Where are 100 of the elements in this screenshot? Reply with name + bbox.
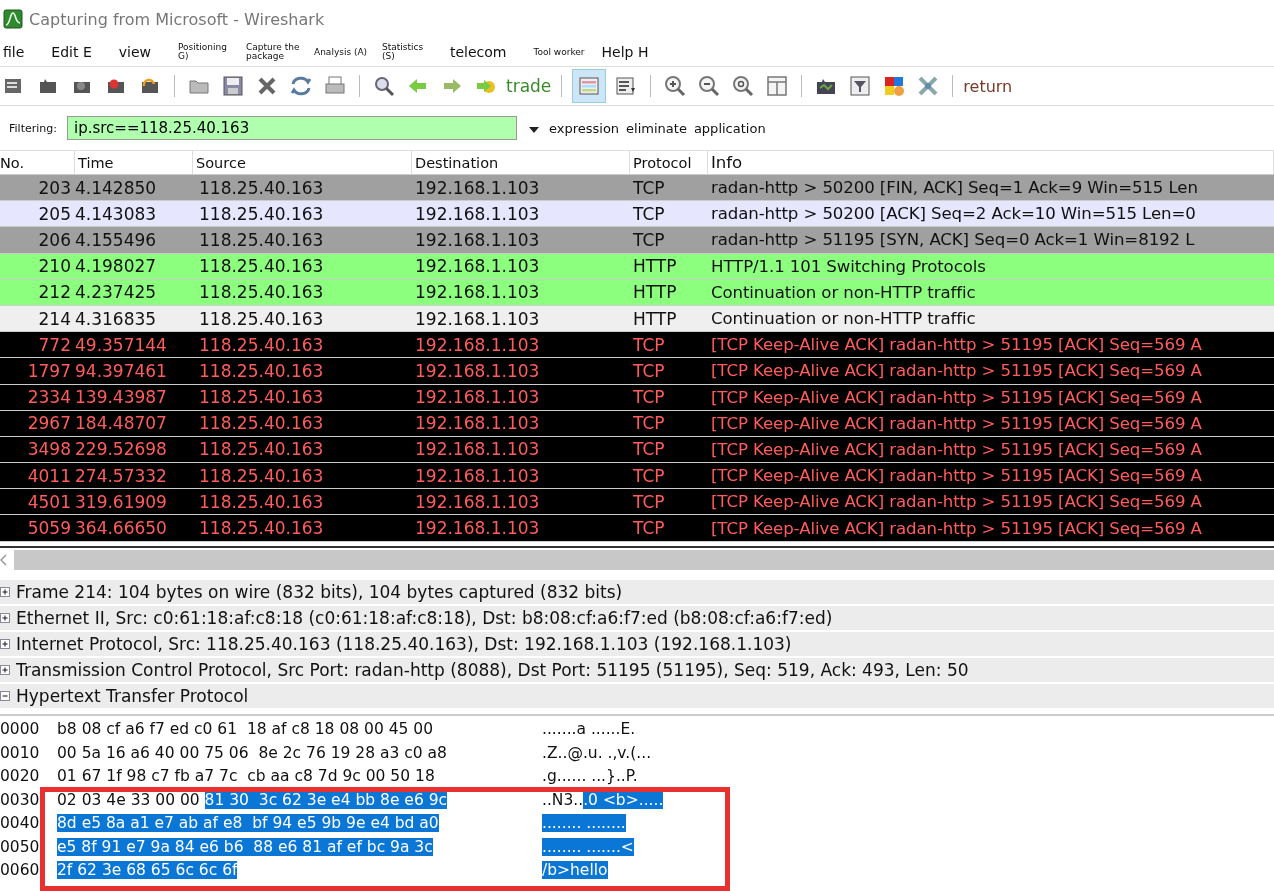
packet-row[interactable]: 772 49.357144 118.25.40.163 192.168.1.103 TCP [TCP Keep-Alive ACK] radan-http > 51195 [ACK] Seq=569 A — [0, 332, 1274, 359]
packet-row[interactable]: 203 4.142850 118.25.40.163 192.168.1.103 TCP radan-http > 50200 [FIN, ACK] Seq=1 Ack=9 Win=515 Len — [0, 175, 1274, 202]
table-cell-text: 1797 — [26, 360, 72, 381]
return-button[interactable]: return — [963, 76, 1013, 96]
filter-field[interactable]: ip.src==118.25.40.163 — [66, 116, 517, 140]
packet-row[interactable]: 212 4.237425 118.25.40.163 192.168.1.103 HTTP Continuation or non-HTTP traffic — [0, 279, 1274, 306]
packet-row[interactable]: 1797 94.397461 118.25.40.163 192.168.1.103 TCP [TCP Keep-Alive ACK] radan-http > 51195 [ACK] Seq=569 A — [0, 358, 1274, 385]
table-cell-text: 118.25.40.163 — [198, 256, 325, 277]
table-cell-text: 274.57332 — [75, 465, 168, 486]
table-cell-text: 5059 — [26, 518, 72, 539]
table-cell-text: TCP — [632, 491, 666, 512]
packet-row[interactable]: 214 4.316835 118.25.40.163 192.168.1.103 HTTP Continuation or non-HTTP traffic — [0, 305, 1274, 333]
packet-row[interactable]: 210 4.198027 118.25.40.163 192.168.1.103 HTTP HTTP/1.1 101 Switching Protocols — [0, 253, 1274, 280]
table-cell-text: 192.168.1.103 — [414, 334, 541, 355]
menu-item[interactable]: file — [3, 44, 25, 60]
coloring-rules-icon[interactable] — [882, 74, 907, 98]
reload-icon[interactable] — [289, 74, 313, 98]
table-cell-text: 118.25.40.163 — [198, 360, 325, 381]
hex-bytes: 8d e5 8a a1 e7 ab af e8 bf 94 e5 9b 9e e4 bd a0 — [57, 814, 439, 833]
save-icon[interactable] — [221, 74, 245, 98]
filter-button[interactable]: eliminate — [626, 120, 687, 136]
table-cell-text: TCP — [632, 360, 666, 381]
menu-item[interactable]: Positioning G) — [178, 43, 232, 61]
column-header[interactable]: No. — [0, 151, 75, 174]
tree-row[interactable]: Internet Protocol, Src: 118.25.40.163 (118.25.40.163), Dst: 192.168.1.103 (192.168.1.103) — [0, 631, 1274, 656]
window-title: Capturing from Microsoft - Wireshark — [29, 9, 325, 29]
hex-bytes: 2f 62 3e 68 65 6c 6c 6f — [57, 861, 238, 880]
expand-icon[interactable] — [0, 664, 10, 675]
ascii-text: .Z..@.u. .,v.(... — [542, 743, 652, 762]
menu-item[interactable]: Statistics (S) — [382, 43, 436, 61]
table-cell-text: 192.168.1.103 — [414, 282, 541, 303]
table-cell-text: 118.25.40.163 — [198, 439, 325, 460]
expand-icon[interactable] — [0, 638, 10, 649]
search-icon[interactable] — [372, 74, 396, 98]
packet-row[interactable]: 4501 319.61909 118.25.40.163 192.168.1.103 TCP [TCP Keep-Alive ACK] radan-http > 51195 [ACK] Seq=569 A — [0, 489, 1274, 516]
packet-row[interactable]: 206 4.155496 118.25.40.163 192.168.1.103 TCP radan-http > 51195 [SYN, ACK] Seq=0 Ack=1 Win=8192 L — [0, 227, 1274, 254]
table-cell-text: 118.25.40.163 — [198, 518, 325, 539]
table-cell-text: 192.168.1.103 — [414, 229, 541, 250]
resize-columns-icon[interactable] — [765, 74, 790, 98]
tree-row[interactable]: Ethernet II, Src: c0:61:18:af:c8:18 (c0:61:18:af:c8:18), Dst: b8:08:cf:a6:f7:ed (b8:08:cf:a6:f7:ed) — [0, 605, 1274, 630]
table-cell-text: 212 — [37, 282, 72, 303]
dropdown-icon[interactable] — [528, 127, 539, 133]
menu-item[interactable]: telecom — [450, 44, 507, 60]
table-cell-text: TCP — [632, 229, 666, 250]
column-header[interactable]: Destination — [412, 151, 630, 174]
zoom-in-icon[interactable] — [663, 74, 688, 98]
table-cell-text: 772 — [37, 334, 72, 355]
tree-row[interactable]: Transmission Control Protocol, Src Port: radan-http (8088), Dst Port: 51195 (51195), Seq: 519, Ack: 493, Len: 50 — [0, 657, 1274, 682]
menu-item[interactable]: Analysis (A) — [314, 47, 368, 57]
colorize-toggle[interactable] — [572, 69, 607, 103]
menu-item[interactable]: view — [118, 44, 151, 60]
filter-button[interactable]: expression — [548, 120, 620, 136]
column-header[interactable]: Time — [75, 151, 193, 174]
table-cell-text: 364.66650 — [75, 518, 168, 539]
packet-row[interactable]: 2334 139.43987 118.25.40.163 192.168.1.103 TCP [TCP Keep-Alive ACK] radan-http > 51195 [ACK] Seq=569 A — [0, 384, 1274, 411]
table-cell-text: radan-http > 50200 [FIN, ACK] Seq=1 Ack=9 Win=515 Len — [710, 178, 1199, 198]
table-cell-text: 4011 — [26, 465, 72, 486]
packet-row[interactable]: 4011 274.57332 118.25.40.163 192.168.1.103 TCP [TCP Keep-Alive ACK] radan-http > 51195 [ACK] Seq=569 A — [0, 463, 1274, 490]
zoom-reset-icon[interactable] — [731, 74, 756, 98]
table-cell-text: 229.52698 — [75, 439, 168, 460]
menu-item[interactable]: Help H — [601, 44, 649, 60]
hex-offset: 0020 — [0, 767, 41, 786]
hex-bytes: 02 03 4e 33 00 00 — [57, 790, 201, 809]
display-filter-icon[interactable] — [848, 74, 873, 98]
packet-row[interactable]: 2967 184.48707 118.25.40.163 192.168.1.103 TCP [TCP Keep-Alive ACK] radan-http > 51195 [ACK] Seq=569 A — [0, 410, 1274, 437]
packet-row[interactable]: 205 4.143083 118.25.40.163 192.168.1.103 TCP radan-http > 50200 [ACK] Seq=2 Ack=10 Win=515 Len=0 — [0, 201, 1274, 228]
table-cell-text: [TCP Keep-Alive ACK] radan-http > 51195 [ACK] Seq=569 A — [710, 518, 1203, 538]
packet-row[interactable]: 5059 364.66650 118.25.40.163 192.168.1.103 TCP [TCP Keep-Alive ACK] radan-http > 51195 [ACK] Seq=569 A — [0, 515, 1274, 542]
ascii-text: .g...... ...}..P. — [542, 767, 638, 786]
column-header[interactable]: Source — [193, 151, 412, 174]
table-cell-text: Continuation or non-HTTP traffic — [710, 309, 977, 329]
hex-offset: 0040 — [0, 814, 41, 833]
expand-icon[interactable] — [0, 612, 10, 623]
table-cell-text: 192.168.1.103 — [414, 413, 541, 434]
column-header[interactable]: Protocol — [630, 151, 708, 174]
table-cell-text: 205 — [37, 203, 72, 224]
menu-item[interactable]: Edit E — [51, 44, 92, 60]
table-cell-text: HTTP — [632, 256, 678, 277]
tree-row[interactable]: Frame 214: 104 bytes on wire (832 bits), 104 bytes captured (832 bits) — [0, 579, 1274, 604]
table-cell-text: 4.316835 — [75, 308, 158, 329]
tree-label: Frame 214: 104 bytes on wire (832 bits), 104 bytes captured (832 bits) — [16, 581, 623, 602]
table-cell-text: TCP — [632, 334, 666, 355]
menu-item[interactable]: Capture the package — [246, 43, 300, 61]
column-header[interactable]: Info — [708, 151, 1274, 174]
hex-bytes: 00 5a 16 a6 40 00 75 06 8e 2c 76 19 28 a3 c0 a8 — [57, 743, 447, 762]
table-cell-text: 192.168.1.103 — [414, 491, 541, 512]
collapse-icon[interactable] — [0, 690, 10, 701]
zoom-out-icon[interactable] — [697, 74, 722, 98]
scroll-left-icon[interactable] — [0, 553, 8, 566]
go-button[interactable]: trade — [506, 76, 552, 96]
menu-item[interactable]: Tool worker — [533, 47, 588, 57]
tree-label: Hypertext Transfer Protocol — [16, 685, 249, 706]
tree-row[interactable]: Hypertext Transfer Protocol — [0, 683, 1274, 708]
filter-button[interactable]: application — [693, 120, 766, 136]
scrollbar-thumb[interactable] — [14, 549, 1274, 570]
packet-row[interactable]: 3498 229.52698 118.25.40.163 192.168.1.103 TCP [TCP Keep-Alive ACK] radan-http > 51195 [ACK] Seq=569 A — [0, 436, 1274, 464]
table-cell-text: 319.61909 — [75, 491, 168, 512]
table-cell-text: 192.168.1.103 — [414, 439, 541, 460]
expand-icon[interactable] — [0, 586, 10, 597]
colored-list-icon — [577, 74, 602, 98]
